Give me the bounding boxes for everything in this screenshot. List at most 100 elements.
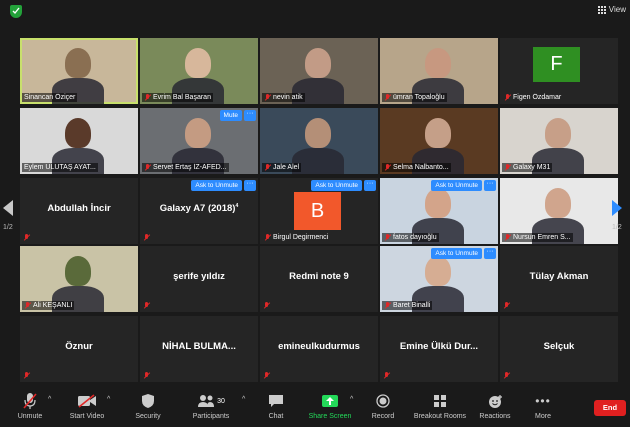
mic-off-icon (504, 164, 511, 171)
record-button[interactable]: Record (366, 388, 400, 427)
tile-more-button[interactable]: ··· (484, 180, 496, 191)
participant-tile[interactable]: Jale Alel (260, 108, 378, 174)
unmute-button[interactable]: Unmute (10, 388, 50, 427)
participant-name-text: Abdullah İncir (47, 203, 111, 214)
mic-off-icon (384, 164, 391, 171)
ask-to-unmute-button[interactable]: Ask to Unmute (431, 180, 482, 191)
tile-more-button[interactable]: ··· (244, 180, 256, 191)
participant-tile[interactable]: Baret Binalli Ask to Unmute ··· (380, 246, 498, 312)
participant-name: Eylem ULUTAŞ AYAT... (22, 163, 98, 172)
participant-name-text: emineulkudurmus (278, 341, 360, 352)
ask-to-unmute-button[interactable]: Ask to Unmute (311, 180, 362, 191)
participant-name: Galaxy M31 (502, 163, 553, 172)
ellipsis-icon: ••• (535, 394, 551, 408)
share-options-caret[interactable]: ^ (350, 396, 353, 403)
prev-page-button[interactable]: 1/2 (3, 200, 13, 231)
participant-name: Nursun Emren S... (502, 233, 573, 242)
participants-options-caret[interactable]: ^ (242, 396, 245, 403)
participant-name-text: Jale Alel (273, 164, 300, 171)
tile-more-button[interactable]: ··· (484, 248, 496, 259)
grid-icon (597, 5, 606, 14)
mute-button[interactable]: Mute (219, 110, 242, 121)
breakout-rooms-button[interactable]: Breakout Rooms (410, 388, 470, 427)
participants-count: 30 (217, 397, 225, 405)
mic-off-icon (504, 94, 511, 101)
video-feed (65, 48, 91, 78)
participant-name-text: Eylem ULUTAŞ AYAT... (24, 164, 96, 171)
next-page-button[interactable]: 1/2 (612, 200, 622, 231)
participant-tile[interactable]: Eylem ULUTAŞ AYAT... (20, 108, 138, 174)
participant-tile[interactable]: Nursun Emren S... (500, 178, 618, 244)
participant-tile[interactable]: ümran Topaloğlu (380, 38, 498, 104)
mic-off-icon (10, 391, 50, 411)
top-bar: View (0, 0, 630, 24)
mic-off-icon (264, 234, 271, 241)
participant-tile[interactable]: Galaxy M31 (500, 108, 618, 174)
view-button[interactable]: View (597, 5, 626, 14)
participant-name-text: Öznur (65, 341, 93, 352)
participant-name: Sinancan Öziçer (22, 93, 78, 102)
chat-button[interactable]: Chat (260, 388, 292, 427)
participant-tile[interactable]: Sinancan Öziçer (20, 38, 138, 104)
mic-off-icon (143, 372, 150, 379)
participant-tile[interactable]: Selçuk (500, 316, 618, 382)
participant-tile[interactable]: Selma Nalbanto... (380, 108, 498, 174)
mic-off-icon (143, 234, 150, 241)
participant-tile[interactable]: F Figen Özdamar (500, 38, 618, 104)
participant-tile[interactable]: Galaxy A7 (2018)4 Ask to Unmute ··· (140, 178, 258, 244)
participant-tile[interactable]: nevin atik (260, 38, 378, 104)
share-screen-icon (305, 391, 355, 411)
end-meeting-button[interactable]: End (594, 400, 626, 416)
participant-name-text: Figen Özdamar (513, 94, 562, 101)
video-options-caret[interactable]: ^ (107, 396, 110, 403)
participant-name: ümran Topaloğlu (382, 93, 447, 102)
start-video-button[interactable]: Start Video (64, 388, 110, 427)
record-icon (366, 391, 400, 411)
more-button[interactable]: ••• More (528, 388, 558, 427)
mic-off-icon (23, 372, 30, 379)
participants-icon: 30 (186, 391, 236, 411)
participant-tile[interactable]: Redmi note 9 (260, 246, 378, 312)
participant-tile[interactable]: Tülay Akman (500, 246, 618, 312)
participant-tile[interactable]: emineulkudurmus (260, 316, 378, 382)
participant-tile[interactable]: Öznur (20, 316, 138, 382)
ask-to-unmute-button[interactable]: Ask to Unmute (191, 180, 242, 191)
participant-tile[interactable]: Evrim Bal Başaran (140, 38, 258, 104)
participant-name-text: Selma Nalbanto... (393, 164, 449, 171)
participants-button[interactable]: 30 Participants (186, 388, 236, 427)
breakout-rooms-icon (410, 391, 470, 411)
chat-icon (260, 391, 292, 411)
participant-tile[interactable]: NİHAL BULMA... (140, 316, 258, 382)
tile-more-button[interactable]: ··· (364, 180, 376, 191)
tile-more-button[interactable]: ··· (244, 110, 256, 121)
gallery-view: Sinancan Öziçer Evrim Bal Başaran nevin at… (20, 38, 620, 383)
participant-name: Evrim Bal Başaran (142, 93, 213, 102)
video-feed (425, 48, 451, 78)
share-screen-button[interactable]: Share Screen (305, 388, 355, 427)
participant-name: Baret Binalli (382, 301, 433, 310)
participant-name: Figen Özdamar (502, 93, 563, 102)
participant-tile[interactable]: Emine Ülkü Dur... (380, 316, 498, 382)
participant-tile[interactable]: şerife yıldız (140, 246, 258, 312)
security-shield-icon (128, 391, 168, 411)
chevron-left-icon (3, 200, 13, 216)
participant-tile[interactable]: fatos dayıoğlu Ask to Unmute ··· (380, 178, 498, 244)
participant-name-text: NİHAL BULMA... (162, 341, 236, 352)
participant-tile[interactable]: Servet Ertaş İZ-AFED... Mute ··· (140, 108, 258, 174)
mic-off-icon (263, 372, 270, 379)
participant-tile[interactable]: Ali KEŞANLI (20, 246, 138, 312)
participant-name-text: Servet Ertaş İZ-AFED... (153, 164, 227, 171)
reactions-button[interactable]: Reactions (476, 388, 514, 427)
ask-to-unmute-button[interactable]: Ask to Unmute (431, 248, 482, 259)
avatar: B (294, 192, 341, 230)
participant-name-text: fatos dayıoğlu (393, 234, 437, 241)
participant-tile[interactable]: B Birgul Degirmenci Ask to Unmute ··· (260, 178, 378, 244)
shield-icon[interactable] (10, 5, 22, 18)
participant-tile[interactable]: Abdullah İncir (20, 178, 138, 244)
participant-name: emineulkudurmus (260, 341, 378, 352)
audio-options-caret[interactable]: ^ (48, 396, 51, 403)
mic-off-icon (384, 234, 391, 241)
participant-name-text: Sinancan Öziçer (24, 94, 76, 101)
mic-off-icon (504, 234, 511, 241)
security-button[interactable]: Security (128, 388, 168, 427)
